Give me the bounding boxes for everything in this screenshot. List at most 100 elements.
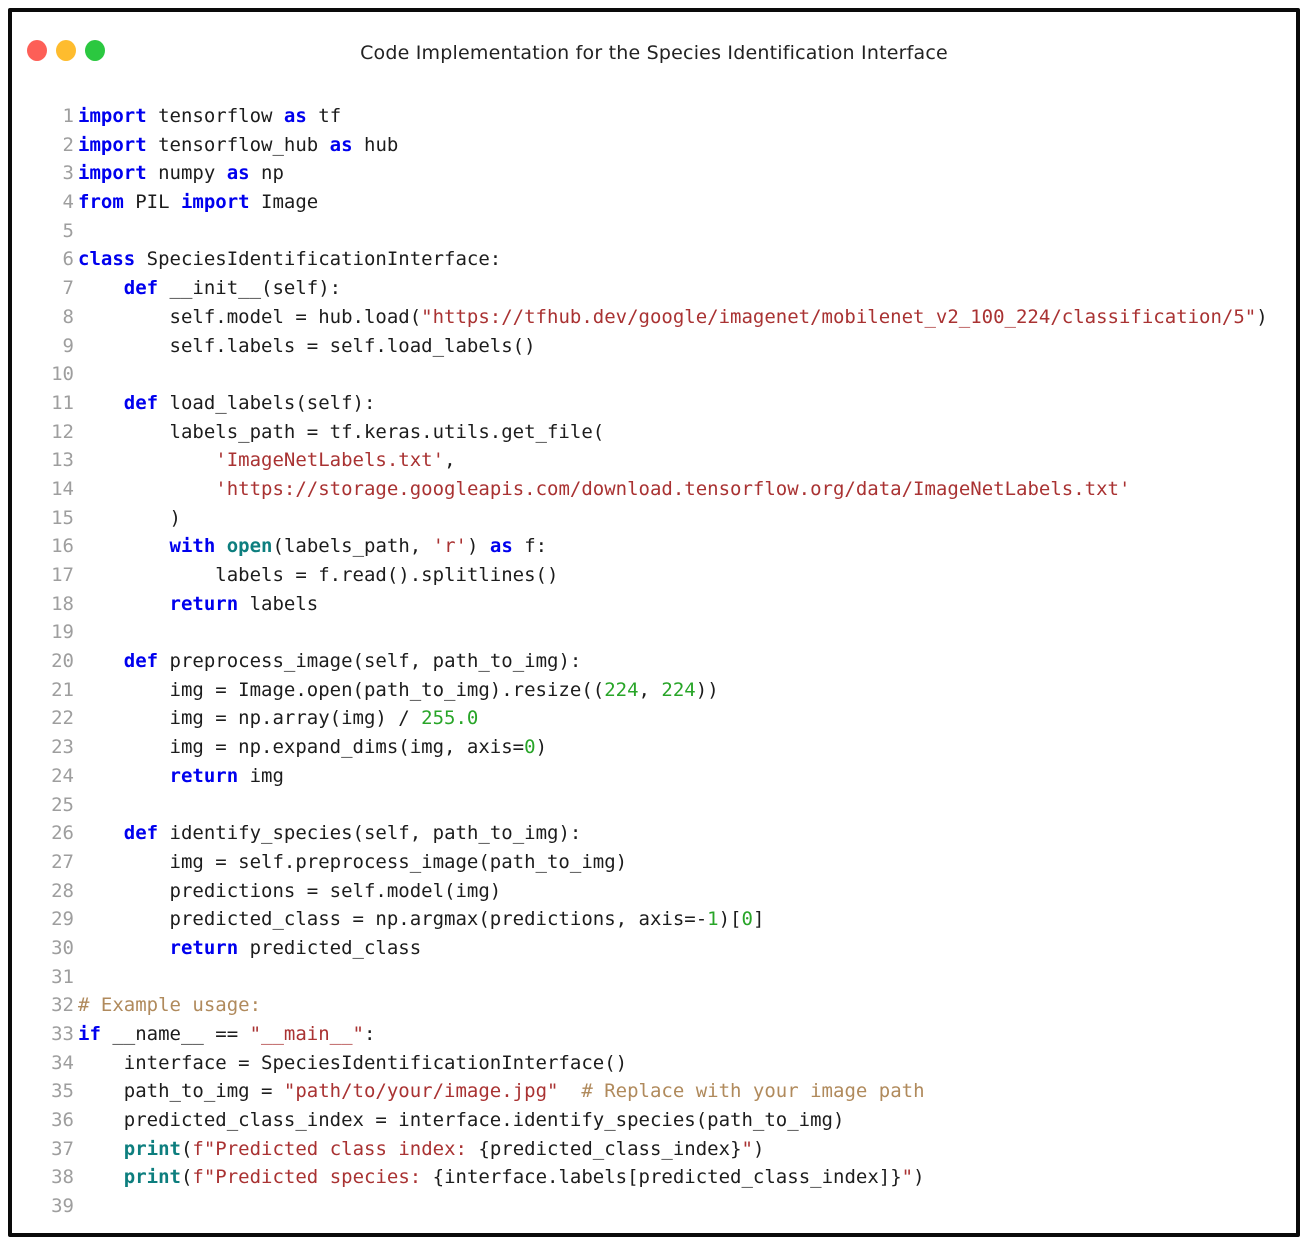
code-line: 22 img = np.array(img) / 255.0	[12, 704, 1296, 733]
code-line: 34 interface = SpeciesIdentificationInte…	[12, 1049, 1296, 1078]
code-area: 1 import tensorflow as tf 2 import tensorfl…	[12, 102, 1296, 1221]
code-line: 39	[12, 1192, 1296, 1221]
code-line: 21 img = Image.open(path_to_img).resize(…	[12, 676, 1296, 705]
code-text: from PIL import Image	[78, 191, 319, 214]
line-number: 16	[51, 535, 74, 558]
code-line: 13 'ImageNetLabels.txt',	[12, 446, 1296, 475]
code-text: predicted_class = np.argmax(predictions,…	[78, 908, 765, 931]
code-text: 'https://storage.googleapis.com/download…	[215, 477, 1131, 500]
line-number: 9	[62, 334, 74, 357]
line-number: 35	[51, 1080, 74, 1103]
code-line: 17 labels = f.read().splitlines()	[12, 561, 1296, 590]
code-line: 16 with open(labels_path, 'r') as f:	[12, 532, 1296, 561]
line-number: 13	[51, 449, 74, 472]
line-number: 34	[51, 1051, 74, 1074]
code-line: 32 # Example usage:	[12, 991, 1296, 1020]
code-text: img = Image.open(path_to_img).resize((22…	[78, 678, 719, 701]
code-line: 28 predictions = self.model(img)	[12, 877, 1296, 906]
code-line: 20 def preprocess_image(self, path_to_im…	[12, 647, 1296, 676]
titlebar: Code Implementation for the Species Iden…	[12, 12, 1296, 102]
code-line: 29 predicted_class = np.argmax(predictio…	[12, 905, 1296, 934]
code-line: 7 def __init__(self):	[12, 274, 1296, 303]
code-line: 19	[12, 618, 1296, 647]
code-line: 38 print(f"Predicted species: {interface…	[12, 1163, 1296, 1192]
code-text: labels_path = tf.keras.utils.get_file(	[78, 420, 605, 443]
line-number: 17	[51, 564, 74, 586]
line-number: 20	[51, 650, 74, 673]
code-text: print(f"Predicted class index: {predicte…	[123, 1137, 765, 1160]
line-number: 11	[51, 391, 74, 414]
line-number: 28	[51, 879, 74, 902]
code-line: 6 class SpeciesIdentificationInterface:	[12, 245, 1296, 274]
code-text: return predicted_class	[169, 936, 422, 959]
code-text: # Example usage:	[78, 994, 262, 1017]
code-line: 11 def load_labels(self):	[12, 389, 1296, 418]
line-number: 10	[51, 363, 74, 386]
code-text: def identify_species(self, path_to_img):	[123, 822, 582, 845]
code-line: 25	[12, 791, 1296, 820]
code-text: return img	[169, 764, 284, 787]
line-number: 33	[51, 1023, 74, 1045]
line-number: 5	[62, 219, 74, 242]
code-text: img = np.array(img) / 255.0	[78, 707, 479, 730]
line-number: 3	[62, 162, 74, 185]
code-line: 10	[12, 360, 1296, 389]
code-line: 18 return labels	[12, 590, 1296, 619]
code-line: 12 labels_path = tf.keras.utils.get_file…	[12, 418, 1296, 447]
code-line: 1 import tensorflow as tf	[12, 102, 1296, 131]
code-line: 31	[12, 963, 1296, 992]
code-text: with open(labels_path, 'r') as f:	[169, 535, 548, 558]
line-number: 21	[51, 678, 74, 701]
code-line: 24 return img	[12, 762, 1296, 791]
line-number: 2	[62, 133, 74, 156]
code-text: path_to_img = "path/to/your/image.jpg" #…	[78, 1080, 925, 1103]
line-number: 22	[51, 707, 74, 730]
line-number: 26	[51, 822, 74, 845]
line-number: 39	[51, 1195, 74, 1218]
code-text: def load_labels(self):	[123, 391, 376, 414]
code-text: )	[78, 506, 181, 529]
line-number: 24	[51, 764, 74, 787]
line-number: 25	[51, 793, 74, 816]
code-line: 37 print(f"Predicted class index: {predi…	[12, 1135, 1296, 1164]
code-editor-window: Code Implementation for the Species Iden…	[8, 8, 1300, 1237]
window-title: Code Implementation for the Species Iden…	[360, 42, 948, 64]
line-number: 32	[51, 994, 74, 1017]
code-line: 36 predicted_class_index = interface.ide…	[12, 1106, 1296, 1135]
code-text: self.model = hub.load("https://tfhub.dev…	[78, 305, 1268, 328]
code-line: 4 from PIL import Image	[12, 188, 1296, 217]
line-number: 6	[62, 248, 74, 271]
code-line: 23 img = np.expand_dims(img, axis=0)	[12, 733, 1296, 762]
code-text: predicted_class_index = interface.identi…	[78, 1109, 845, 1132]
code-line: 9 self.labels = self.load_labels()	[12, 332, 1296, 361]
code-line: 5	[12, 217, 1296, 246]
code-line: 14 'https://storage.googleapis.com/downl…	[12, 475, 1296, 504]
line-number: 12	[51, 420, 74, 443]
code-text: import tensorflow_hub as hub	[78, 133, 399, 156]
line-number: 18	[51, 592, 74, 615]
code-text: self.labels = self.load_labels()	[78, 334, 536, 357]
code-line: 8 self.model = hub.load("https://tfhub.d…	[12, 303, 1296, 332]
line-number: 29	[51, 908, 74, 931]
code-text: predictions = self.model(img)	[78, 879, 502, 902]
line-number: 19	[51, 621, 74, 644]
code-line: 27 img = self.preprocess_image(path_to_i…	[12, 848, 1296, 877]
code-line: 2 import tensorflow_hub as hub	[12, 131, 1296, 160]
line-number: 30	[51, 936, 74, 959]
line-number: 23	[51, 736, 74, 759]
code-line: 26 def identify_species(self, path_to_im…	[12, 819, 1296, 848]
code-line: 35 path_to_img = "path/to/your/image.jpg…	[12, 1077, 1296, 1106]
code-text: import numpy as np	[78, 162, 284, 185]
code-text: def preprocess_image(self, path_to_img):	[123, 650, 582, 673]
code-text: class SpeciesIdentificationInterface:	[78, 248, 502, 271]
code-text: print(f"Predicted species: {interface.la…	[123, 1166, 925, 1189]
code-line: 33 if __name__ == "__main__":	[12, 1020, 1296, 1049]
code-line: 30 return predicted_class	[12, 934, 1296, 963]
line-number: 27	[51, 850, 74, 873]
line-number: 38	[51, 1166, 74, 1189]
code-text: img = self.preprocess_image(path_to_img)	[78, 850, 628, 873]
line-number: 37	[51, 1137, 74, 1160]
code-text: if __name__ == "__main__":	[78, 1023, 376, 1045]
line-number: 15	[51, 506, 74, 529]
line-number: 36	[51, 1109, 74, 1132]
